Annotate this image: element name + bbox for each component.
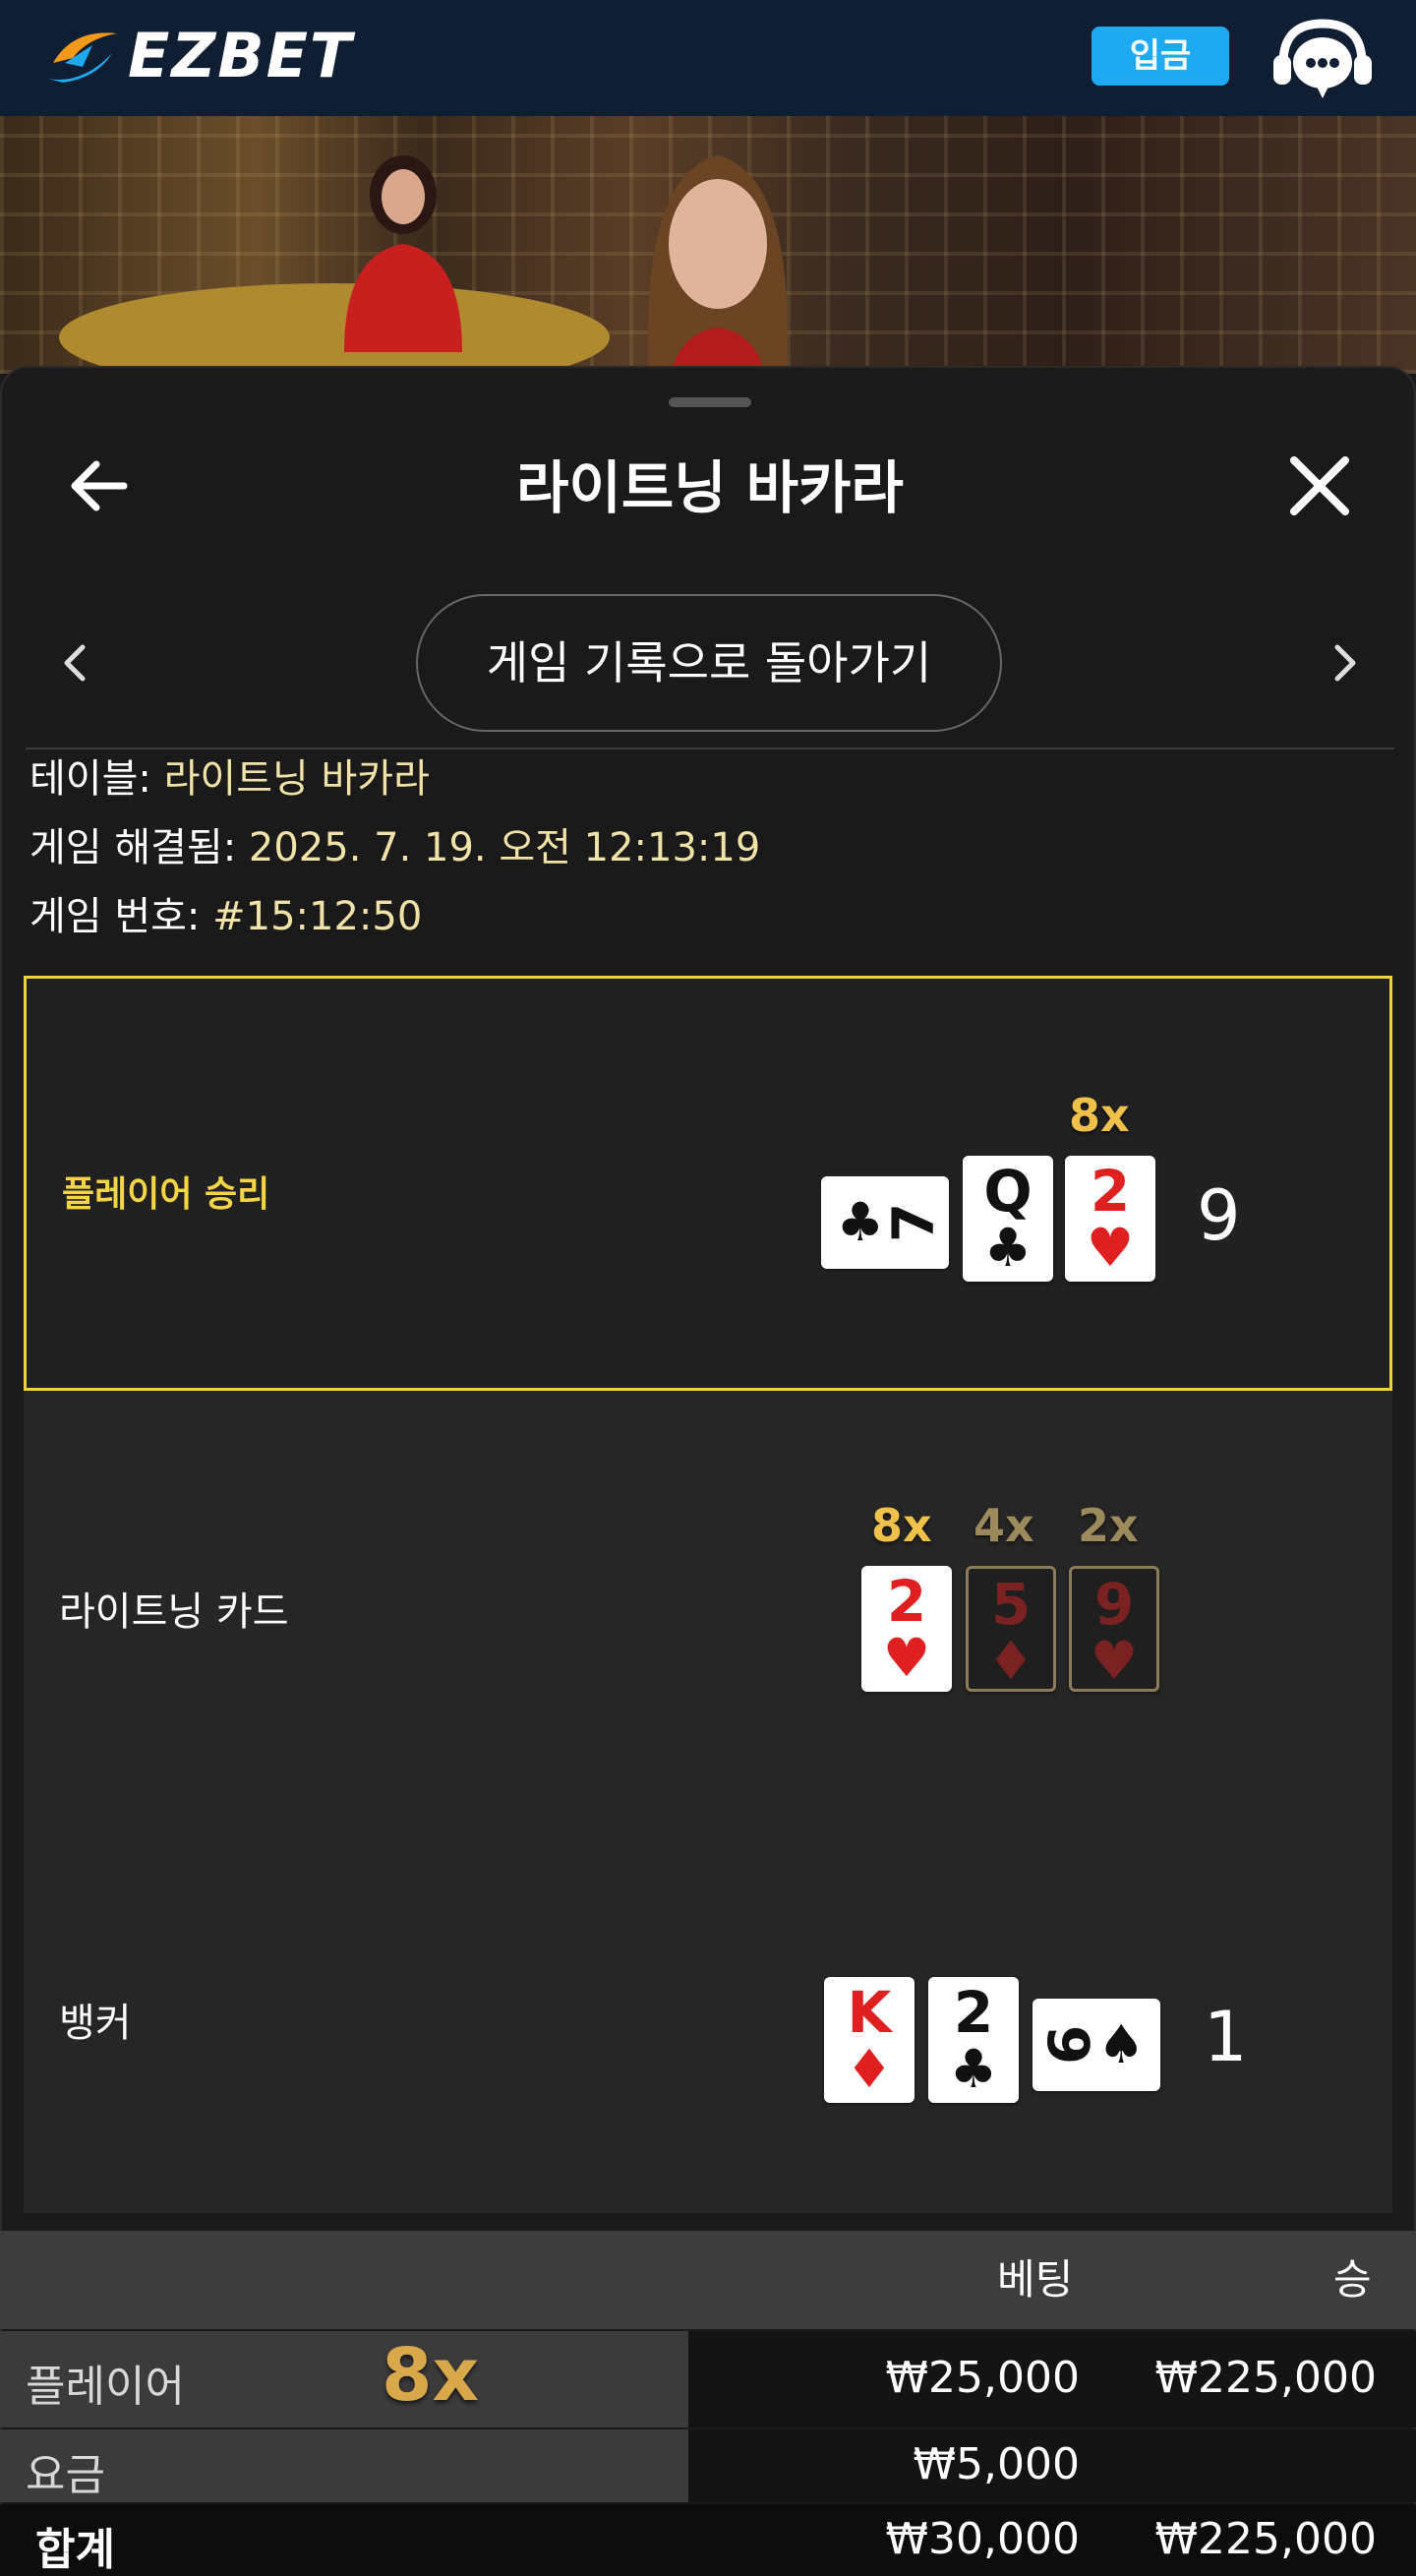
card-rank: 2 [886, 1568, 927, 1635]
logo-mark-icon [48, 32, 117, 83]
info-resolved: 게임 해결됨: 2025. 7. 19. 오전 12:13:19 [30, 820, 760, 875]
player-card-3: 2 ♥ [1065, 1156, 1155, 1282]
card-suit: ♣ [949, 2038, 998, 2100]
divider [26, 748, 1394, 749]
lightning-card-3: 9 ♥ [1069, 1566, 1159, 1692]
previous-game-chevron-icon[interactable] [51, 633, 100, 692]
support-headset-icon[interactable] [1268, 14, 1377, 102]
card-rank: 2 [1090, 1158, 1131, 1225]
player-card-multiplier: 8x [1069, 1089, 1130, 1142]
bet-row-label: 플레이어 [26, 2362, 185, 2412]
lightning-card-1: 2 ♥ [861, 1566, 952, 1692]
card-rank: 9 [1033, 2024, 1101, 2066]
result-row-banker: 뱅커 K ♦ 2 ♣ 9 ♠ 1 [24, 1804, 1392, 2213]
card-suit: ♥ [1090, 1630, 1139, 1692]
bet-row-bet: ₩5,000 [913, 2439, 1080, 2489]
video-dealer-background [344, 155, 462, 352]
back-to-history-button[interactable]: 게임 기록으로 돌아가기 [416, 594, 1002, 732]
info-table: 테이블: 라이트닝 바카라 [30, 751, 430, 807]
card-rank: 5 [990, 1571, 1032, 1638]
banker-label: 뱅커 [59, 2001, 132, 2046]
card-suit: ♣ [983, 1217, 1032, 1279]
logo-text: EZBET [128, 20, 354, 91]
ezbet-logo[interactable]: EZBET [43, 22, 353, 90]
result-row-player: 플레이어 승리 ♣ 7 Q ♣ 8x 2 ♥ 9 [24, 976, 1392, 1391]
bet-table-header: 베팅 승 [0, 2231, 1416, 2329]
bet-row-multiplier: 8x [382, 2333, 480, 2418]
info-game-number: 게임 번호: #15:12:50 [30, 889, 422, 944]
info-table-value: 라이트닝 바카라 [163, 756, 430, 802]
bet-row-player: 플레이어 8x ₩25,000 ₩225,000 [0, 2331, 1416, 2427]
info-number-label: 게임 번호: [30, 894, 213, 939]
bet-row-win: ₩225,000 [1154, 2353, 1377, 2403]
card-suit: ♦ [986, 1630, 1035, 1692]
card-suit: ♥ [1086, 1217, 1135, 1279]
top-bar: EZBET 입금 [0, 0, 1416, 116]
banker-score: 1 [1204, 1997, 1248, 2077]
deposit-button[interactable]: 입금 [1092, 27, 1229, 86]
banker-card-3: 9 ♠ [1032, 1999, 1160, 2091]
bet-row-win: ₩225,000 [1154, 2514, 1377, 2564]
result-row-lightning-cards: 라이트닝 카드 8x 2 ♥ 4x 5 ♦ 2x 9 ♥ [24, 1391, 1392, 1804]
info-resolved-label: 게임 해결됨: [30, 825, 249, 870]
live-video-stream [0, 116, 1416, 374]
player-score: 9 [1197, 1175, 1241, 1256]
bet-row-label: 요금 [26, 2450, 105, 2500]
close-icon[interactable] [1280, 447, 1359, 525]
card-suit: ♥ [882, 1627, 931, 1689]
lightning-cards-label: 라이트닝 카드 [59, 1589, 289, 1635]
bet-row-label: 합계 [35, 2525, 115, 2575]
lightning-multiplier-3: 2x [1078, 1499, 1139, 1552]
lightning-multiplier-1: 8x [871, 1499, 932, 1552]
banker-card-2: 2 ♣ [928, 1977, 1019, 2103]
card-suit: ♠ [1096, 2013, 1146, 2075]
info-resolved-value: 2025. 7. 19. 오전 12:13:19 [248, 825, 761, 870]
card-rank: 7 [880, 1202, 948, 1243]
card-suit: ♦ [845, 2038, 894, 2100]
bet-column-header: 베팅 [997, 2255, 1074, 2304]
lightning-multiplier-2: 4x [974, 1499, 1034, 1552]
card-rank: 2 [953, 1979, 994, 2046]
info-table-label: 테이블: [30, 756, 164, 802]
bet-row-total: 합계 ₩30,000 ₩225,000 [0, 2504, 1416, 2576]
lightning-card-2: 5 ♦ [966, 1566, 1056, 1692]
bet-row-bet: ₩30,000 [885, 2514, 1080, 2564]
card-rank: K [847, 1979, 892, 2046]
info-number-value: #15:12:50 [212, 894, 423, 939]
bet-row-bet: ₩25,000 [885, 2353, 1080, 2403]
next-game-chevron-icon[interactable] [1320, 633, 1369, 692]
sheet-title: 라이트닝 바카라 [516, 454, 904, 521]
card-rank: 9 [1093, 1571, 1135, 1638]
banker-card-1: K ♦ [824, 1977, 914, 2103]
video-dealer-foreground [647, 155, 789, 374]
sheet-drag-handle[interactable] [669, 397, 751, 407]
win-column-header: 승 [1333, 2255, 1372, 2304]
player-card-1: ♣ 7 [821, 1176, 949, 1269]
card-suit: ♣ [836, 1191, 885, 1253]
card-rank: Q [983, 1158, 1032, 1225]
player-card-2: Q ♣ [963, 1156, 1053, 1282]
bet-summary-table: 베팅 승 플레이어 8x ₩25,000 ₩225,000 요금 ₩5,000 … [0, 2231, 1416, 2576]
bet-row-fee: 요금 ₩5,000 [0, 2429, 1416, 2502]
player-result-label: 플레이어 승리 [62, 1174, 270, 1215]
